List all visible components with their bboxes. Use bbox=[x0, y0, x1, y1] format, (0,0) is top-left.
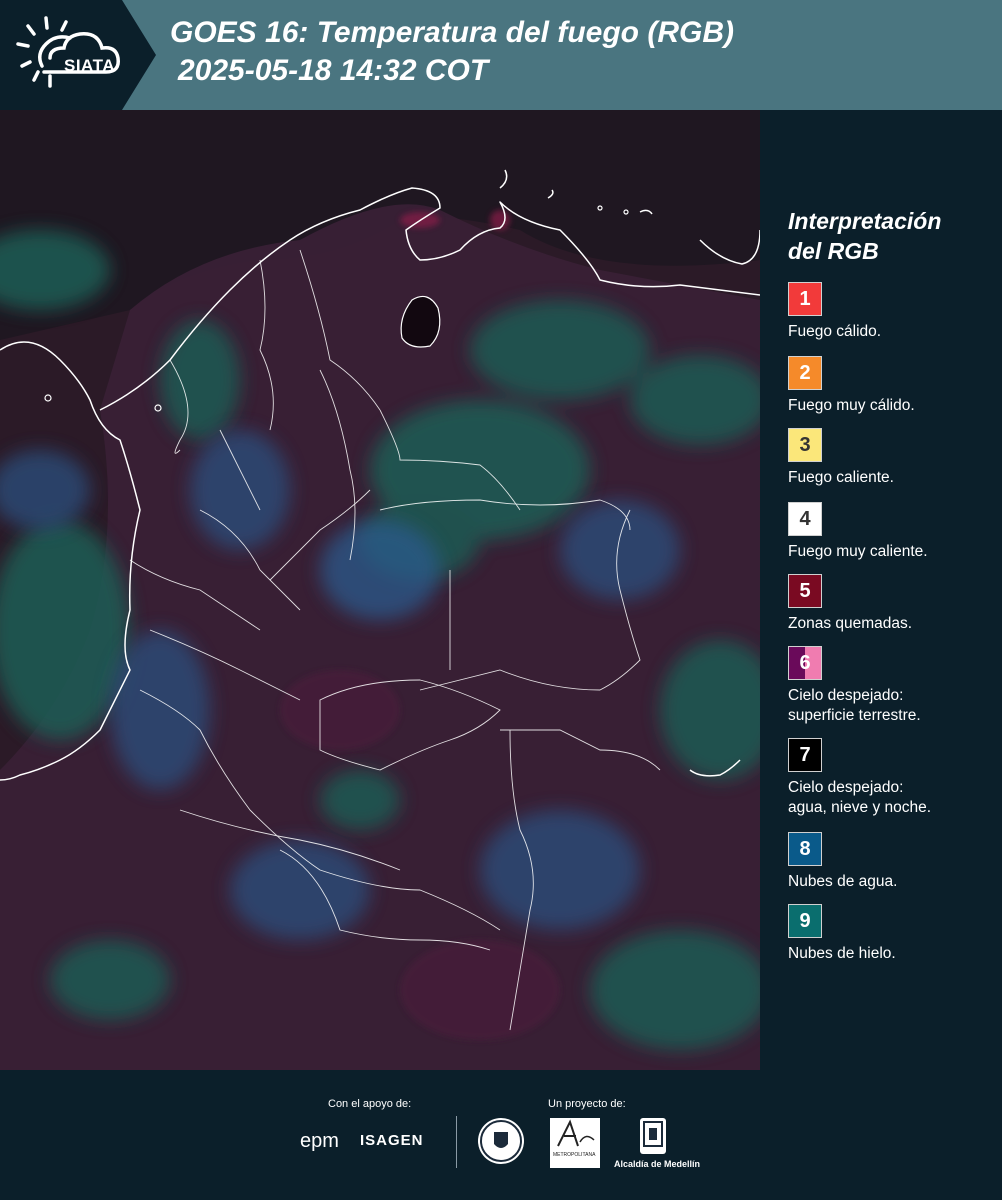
footer-divider bbox=[456, 1116, 457, 1168]
legend-swatch: 2 bbox=[788, 356, 822, 390]
university-seal-logo[interactable] bbox=[478, 1118, 524, 1164]
legend-swatch: 8 bbox=[788, 832, 822, 866]
legend-item-9: 9 Nubes de hielo. bbox=[788, 904, 988, 964]
legend-number: 7 bbox=[799, 743, 811, 766]
legend-item-6: 6 Cielo despejado: superficie terrestre. bbox=[788, 646, 988, 726]
satellite-map[interactable] bbox=[0, 110, 760, 1071]
legend-label: Fuego caliente. bbox=[788, 469, 894, 486]
epm-logo[interactable]: epm bbox=[300, 1130, 339, 1153]
legend-number: 6 bbox=[799, 651, 811, 674]
legend-number: 8 bbox=[799, 837, 811, 860]
legend-item-5: 5 Zonas quemadas. bbox=[788, 574, 988, 634]
legend-label-line2: agua, nieve y noche. bbox=[788, 799, 932, 816]
legend-label: Cielo despejado: bbox=[788, 687, 904, 704]
area-logo-text: METROPOLITANA bbox=[553, 1152, 596, 1158]
page-title: GOES 16: Temperatura del fuego (RGB) 202… bbox=[170, 14, 734, 90]
legend-label: Zonas quemadas. bbox=[788, 615, 913, 632]
legend-number: 9 bbox=[799, 909, 811, 932]
legend-number: 3 bbox=[799, 433, 811, 456]
project-label: Un proyecto de: bbox=[548, 1098, 626, 1110]
footer: Con el apoyo de: Un proyecto de: epm ISA… bbox=[0, 1070, 1002, 1200]
legend-title-line2: del RGB bbox=[788, 238, 879, 264]
shield-icon bbox=[643, 1121, 663, 1147]
legend-number: 4 bbox=[799, 507, 811, 530]
legend-swatch: 5 bbox=[788, 574, 822, 608]
legend-swatch: 9 bbox=[788, 904, 822, 938]
area-icon bbox=[557, 1119, 595, 1147]
legend-item-2: 2 Fuego muy cálido. bbox=[788, 356, 988, 416]
logo-text: SIATA bbox=[64, 56, 115, 75]
legend-title-line1: Interpretación bbox=[788, 208, 942, 234]
legend-swatch: 1 bbox=[788, 282, 822, 316]
legend-item-4: 4 Fuego muy caliente. bbox=[788, 502, 988, 562]
legend-label-line2: superficie terrestre. bbox=[788, 707, 921, 724]
legend-item-1: 1 Fuego cálido. bbox=[788, 282, 988, 342]
medellin-shield-icon[interactable] bbox=[640, 1118, 666, 1154]
area-metropolitana-logo[interactable]: METROPOLITANA bbox=[550, 1118, 600, 1168]
legend-swatch: 3 bbox=[788, 428, 822, 462]
legend-label: Fuego cálido. bbox=[788, 323, 882, 340]
sun-cloud-icon bbox=[16, 16, 120, 88]
legend-label: Nubes de hielo. bbox=[788, 945, 896, 962]
legend: Interpretación del RGB 1 Fuego cálido. 2… bbox=[788, 206, 988, 962]
legend-label: Fuego muy cálido. bbox=[788, 397, 915, 414]
seal-icon bbox=[480, 1120, 522, 1162]
legend-label: Cielo despejado: bbox=[788, 779, 904, 796]
legend-label: Nubes de agua. bbox=[788, 873, 898, 890]
legend-item-7: 7 Cielo despejado: agua, nieve y noche. bbox=[788, 738, 988, 818]
map-image bbox=[0, 110, 760, 1070]
legend-title: Interpretación del RGB bbox=[788, 206, 988, 266]
legend-number: 5 bbox=[799, 579, 811, 602]
legend-swatch: 6 bbox=[788, 646, 822, 680]
title-datetime: 2025-05-18 14:32 COT bbox=[178, 54, 489, 87]
legend-number: 1 bbox=[799, 287, 811, 310]
legend-number: 2 bbox=[799, 361, 811, 384]
support-label: Con el apoyo de: bbox=[328, 1098, 412, 1110]
title-product: GOES 16: Temperatura del fuego (RGB) bbox=[170, 16, 734, 49]
legend-item-3: 3 Fuego caliente. bbox=[788, 428, 988, 488]
medellin-logo-text[interactable]: Alcaldía de Medellín bbox=[614, 1159, 700, 1169]
legend-swatch: 7 bbox=[788, 738, 822, 772]
legend-label: Fuego muy caliente. bbox=[788, 543, 928, 560]
legend-item-8: 8 Nubes de agua. bbox=[788, 832, 988, 892]
legend-swatch: 4 bbox=[788, 502, 822, 536]
siata-logo[interactable]: SIATA bbox=[14, 14, 126, 94]
isagen-logo[interactable]: ISAGEN bbox=[360, 1132, 424, 1149]
